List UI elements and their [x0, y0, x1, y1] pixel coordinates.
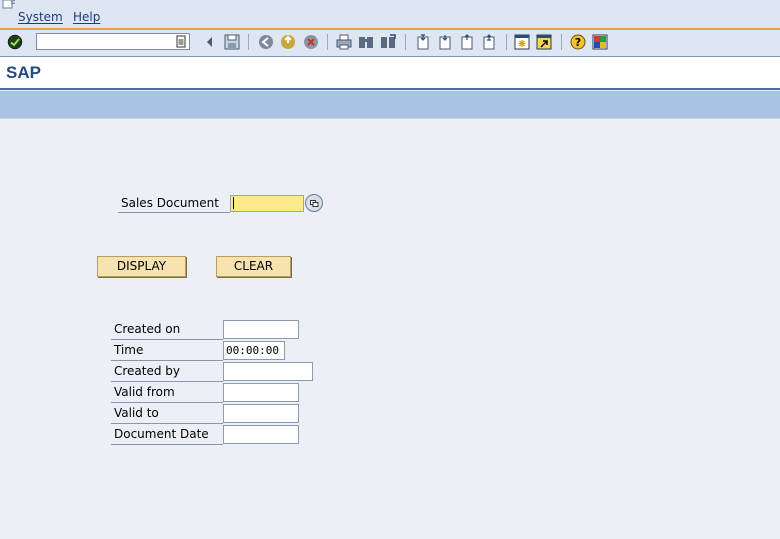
text-cursor	[233, 197, 234, 209]
time-label: Time	[114, 343, 144, 357]
time-label-box: Time	[111, 341, 223, 361]
created-by-label-box: Created by	[111, 362, 223, 382]
toolbar-separator	[506, 34, 507, 50]
previous-page-icon[interactable]	[436, 33, 454, 51]
svg-text:?: ?	[575, 36, 581, 49]
exit-icon[interactable]	[279, 33, 297, 51]
find-icon[interactable]	[357, 33, 375, 51]
created-by-field[interactable]	[223, 362, 313, 381]
display-button[interactable]: DISPLAY	[97, 256, 186, 277]
back-icon[interactable]	[257, 33, 275, 51]
document-date-field[interactable]	[223, 425, 299, 444]
enter-icon[interactable]	[6, 33, 24, 51]
last-page-icon[interactable]	[480, 33, 498, 51]
sales-document-input[interactable]	[230, 195, 304, 212]
created-on-field[interactable]	[223, 320, 299, 339]
first-page-icon[interactable]	[414, 33, 432, 51]
toolbar-separator	[248, 34, 249, 50]
save-icon[interactable]	[223, 33, 241, 51]
find-next-icon[interactable]	[379, 33, 397, 51]
valid-from-field[interactable]	[223, 383, 299, 402]
sales-document-label: Sales Document	[121, 196, 219, 210]
valid-from-label: Valid from	[114, 385, 175, 399]
page-title: SAP	[6, 63, 41, 82]
menu-help[interactable]: Help	[73, 10, 100, 24]
toolbar-separator	[327, 34, 328, 50]
shortcut-icon[interactable]	[535, 33, 553, 51]
system-menu-icon[interactable]	[2, 0, 16, 10]
title-bar	[0, 57, 780, 90]
cancel-icon[interactable]	[302, 33, 320, 51]
clear-button[interactable]: CLEAR	[216, 256, 291, 277]
sales-document-value-help-button[interactable]	[305, 194, 323, 212]
created-on-label-box: Created on	[111, 320, 223, 340]
created-on-label: Created on	[114, 322, 181, 336]
back-arrow-icon[interactable]	[201, 33, 219, 51]
document-date-label: Document Date	[114, 427, 209, 441]
value-help-icon	[310, 200, 319, 207]
menu-bar	[0, 0, 780, 30]
command-history-icon[interactable]	[175, 35, 187, 48]
toolbar-separator	[405, 34, 406, 50]
print-icon[interactable]	[335, 33, 353, 51]
command-field[interactable]	[36, 33, 190, 50]
next-page-icon[interactable]	[458, 33, 476, 51]
valid-from-label-box: Valid from	[111, 383, 223, 403]
created-by-label: Created by	[114, 364, 181, 378]
application-toolbar	[0, 91, 780, 119]
valid-to-field[interactable]	[223, 404, 299, 423]
valid-to-label: Valid to	[114, 406, 159, 420]
help-icon[interactable]: ?	[569, 33, 587, 51]
valid-to-label-box: Valid to	[111, 404, 223, 424]
toolbar-separator	[561, 34, 562, 50]
time-field[interactable]: 00:00:00	[223, 341, 285, 360]
menu-system[interactable]: System	[18, 10, 63, 24]
document-date-label-box: Document Date	[111, 425, 223, 445]
create-session-icon[interactable]	[513, 33, 531, 51]
layout-menu-icon[interactable]	[591, 33, 609, 51]
